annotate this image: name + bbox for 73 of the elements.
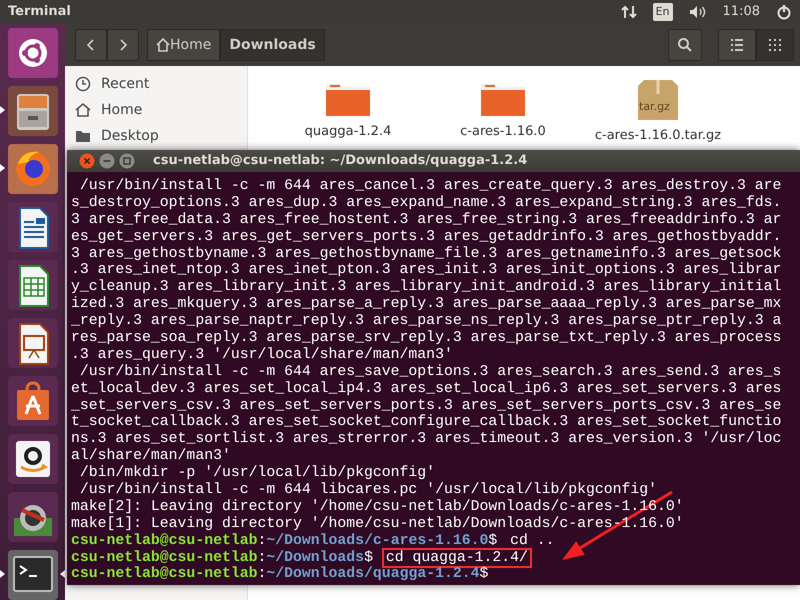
list-view-icon	[729, 37, 745, 53]
network-arrows-icon[interactable]	[620, 4, 637, 20]
sidebar-item[interactable]: Recent	[65, 71, 247, 97]
terminal-output-line: /usr/bin/install -c -m 644 libcares.pc '/usr/local/lib/pkgconfig'	[78, 482, 658, 499]
power-icon[interactable]	[776, 4, 792, 20]
launcher-item[interactable]	[8, 202, 58, 252]
close-icon[interactable]	[79, 153, 95, 169]
file-name[interactable]: quagga-1.2.4	[304, 122, 392, 142]
prompt-symbol: $	[480, 566, 488, 582]
file-name[interactable]: c-ares-1.16.0	[460, 122, 546, 142]
terminal-output-line: es_get_servers.3 ares_get_servers_ports.3 ares_getaddrinfo.3 ares_gethostbyaddr.	[71, 228, 782, 246]
window-title: Terminal	[8, 3, 71, 22]
terminal-output-line: .3 ares_inet_ntop.3 ares_inet_pton.3 ares_init.3 ares_init_options.3 ares_librar	[71, 262, 782, 279]
sidebar-item[interactable]: Desktop	[65, 123, 247, 149]
home-icon	[75, 102, 91, 118]
back-button[interactable]	[75, 29, 107, 61]
view-toggle-button[interactable]	[718, 29, 756, 61]
launcher-item[interactable]	[8, 376, 58, 426]
prompt-path: ~/Downloads/c-ares-1.16.0	[266, 532, 488, 549]
prompt-path: ~/Downloads	[266, 550, 364, 566]
grid-view-icon	[767, 37, 783, 53]
terminal-output-line: al/share/man/man3'	[71, 448, 232, 465]
prompt-separator: :	[257, 550, 266, 566]
clock-time[interactable]: 11:08	[722, 2, 760, 22]
terminal-output-line: t_socket_callback.3 ares_set_socket_configure_callback.3 ares_set_socket_functio	[71, 414, 782, 431]
folder-icon	[75, 128, 91, 144]
prompt-symbol: $	[488, 532, 498, 549]
terminal-output-line: _set_servers_csv.3 ares_set_servers_ports.3 ares_set_servers_ports_csv.3 ares_se	[71, 398, 782, 414]
terminal-output-line: /usr/bin/install -c -m 644 ares_save_options.3 ares_search.3 ares_send.3 ares_s	[78, 364, 782, 381]
launcher-item[interactable]	[8, 550, 58, 600]
forward-button[interactable]	[107, 29, 139, 61]
launcher-item[interactable]	[8, 318, 58, 368]
running-indicator	[0, 164, 5, 172]
terminal-output-line: ns.3 ares_set_sortlist.3 ares_strerror.3 ares_timeout.3 ares_version.3 '/usr/loc	[71, 431, 782, 448]
running-indicator	[0, 106, 5, 114]
prompt-symbol: $	[364, 550, 373, 566]
terminal-output-line: /usr/bin/install -c -m 644 ares_cancel.3 ares_create_query.3 ares_destroy.3 are	[78, 178, 782, 195]
terminal-output-line: et_local_dev.3 ares_set_local_ip4.3 ares_set_local_ip6.3 ares_set_servers.3 ares	[71, 380, 782, 398]
home-icon	[156, 38, 170, 52]
launcher-item[interactable]	[8, 260, 58, 310]
minimize-icon[interactable]	[99, 153, 115, 169]
terminal-window-title: csu-netlab@csu-netlab: ~/Downloads/quagga-1.2.4	[153, 152, 528, 170]
prompt-user: csu-netlab@csu-netlab	[71, 550, 258, 566]
file-name[interactable]: c-ares-1.16.0.tar.gz	[594, 126, 722, 146]
terminal-output-line: /bin/mkdir -p '/usr/local/lib/pkgconfig'	[78, 465, 436, 482]
terminal-output-line: res_parse_soa_reply.3 ares_parse_srv_reply.3 ares_parse_txt_reply.3 ares_process	[71, 330, 782, 347]
prompt-separator: :	[257, 532, 266, 549]
breadcrumb-button[interactable]: Downloads	[220, 29, 325, 61]
archive-icon[interactable]: tar.gz	[633, 78, 683, 122]
running-indicator	[0, 570, 5, 578]
archive-type-label: tar.gz	[639, 99, 670, 115]
maximize-icon[interactable]	[119, 153, 135, 169]
terminal-output-line: 3 ares_free_data.3 ares_free_hostent.3 ares_free_string.3 ares_freeaddrinfo.3 ar	[71, 212, 782, 229]
sidebar-item[interactable]: Home	[65, 97, 247, 123]
terminal-output-line: y_cleanup.3 ares_library_init.3 ares_library_init_android.3 ares_library_initial	[71, 279, 782, 296]
terminal-output-line: 3 ares_gethostbyname.3 ares_gethostbyname_file.3 ares_getnameinfo.3 ares_getsock	[71, 246, 782, 262]
prompt-user: csu-netlab@csu-netlab	[71, 532, 258, 549]
search-button[interactable]	[668, 29, 702, 61]
prompt-user: csu-netlab@csu-netlab	[71, 566, 258, 582]
terminal-output-line: s_destroy_options.3 ares_dup.3 ares_expand_name.3 ares_expand_string.3 ares_fds.	[71, 194, 782, 212]
keyboard-layout-indicator[interactable]: En	[652, 2, 673, 22]
launcher-item[interactable]	[8, 28, 58, 78]
volume-icon[interactable]	[688, 4, 707, 20]
search-icon	[677, 37, 693, 53]
terminal-output-line: _reply.3 ares_parse_naptr_reply.3 ares_parse_ns_reply.3 ares_parse_ptr_reply.3 a	[71, 313, 782, 330]
prompt-path: ~/Downloads/quagga-1.2.4	[266, 566, 480, 582]
breadcrumb-button[interactable]: Home	[147, 29, 220, 61]
command-text: cd ..	[509, 532, 556, 550]
terminal-output-line: .3 ares_query.3 '/usr/local/share/man/man3'	[71, 346, 454, 364]
prompt-separator: :	[257, 566, 266, 582]
terminal-output-line: ized.3 ares_mkquery.3 ares_parse_a_reply.3 ares_parse_aaaa_reply.3 ares_parse_mx	[71, 296, 782, 313]
clock-icon	[75, 76, 91, 92]
view-toggle-button[interactable]	[756, 29, 794, 61]
